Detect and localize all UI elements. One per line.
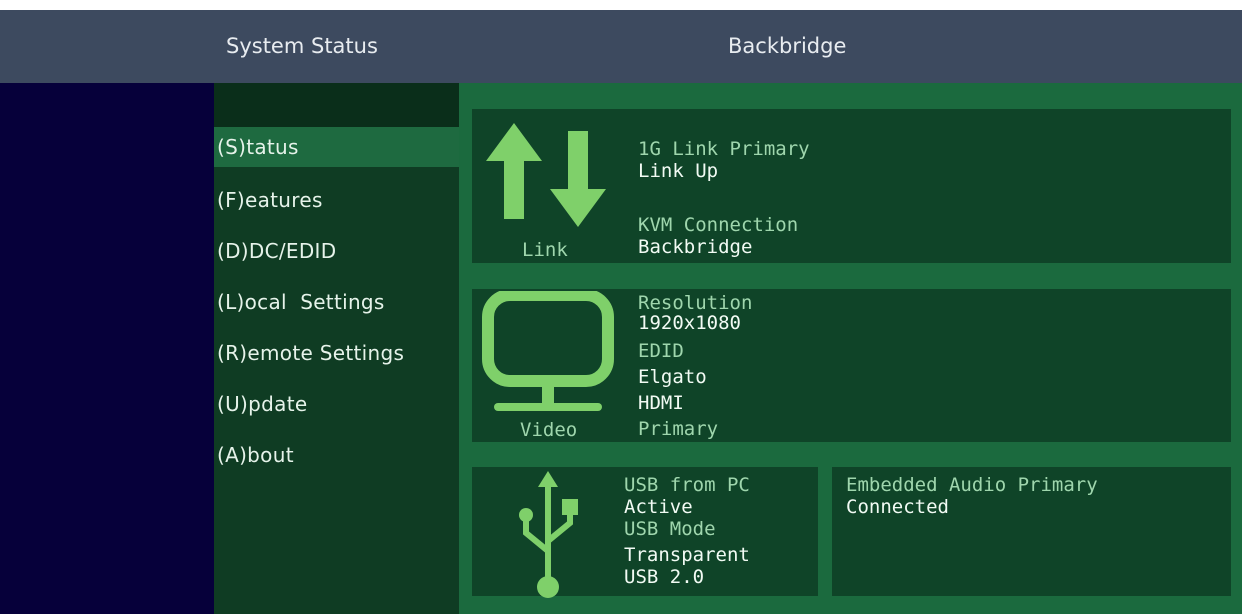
menu-item-update[interactable]: (U)pdate	[214, 382, 459, 433]
menu-item-remote-settings[interactable]: (R)emote Settings	[214, 331, 459, 382]
resolution-value: 1920x1080	[638, 312, 741, 334]
video-interface-role: Primary	[638, 418, 719, 440]
video-caption: Video	[520, 419, 578, 441]
usb-from-pc-label: USB from PC	[624, 474, 750, 496]
kvm-connection-value: Backbridge	[638, 236, 753, 258]
section-title: System Status	[226, 34, 378, 58]
monitor-icon	[482, 291, 614, 411]
kvm-connection-label: KVM Connection	[638, 214, 799, 236]
link-panel: Link 1G Link Primary Link Up KVM Connect…	[472, 109, 1231, 263]
menu-item-local-settings[interactable]: (L)ocal Settings	[214, 280, 459, 331]
video-panel: Video Resolution 1920x1080 EDID Elgato H…	[472, 289, 1231, 442]
header-bar: System Status Backbridge	[0, 10, 1242, 83]
menu-item-features[interactable]: (F)eatures	[214, 178, 459, 229]
embedded-audio-value: Connected	[846, 496, 949, 518]
status-main: Link 1G Link Primary Link Up KVM Connect…	[459, 83, 1242, 614]
menu-item-status[interactable]: (S)tatus	[214, 127, 459, 167]
usb-panel: USB from PC Active USB Mode Transparent …	[472, 467, 818, 598]
video-interface-value: HDMI	[638, 392, 684, 414]
usb-icon	[519, 471, 578, 598]
usb-mode-label: USB Mode	[624, 518, 716, 540]
sidebar-header-spacer	[214, 83, 459, 127]
usb-from-pc-value: Active	[624, 496, 693, 518]
link-arrows-icon	[486, 123, 606, 227]
device-title: Backbridge	[728, 34, 847, 58]
link-primary-value: Link Up	[638, 160, 719, 182]
left-margin-band	[0, 83, 214, 614]
embedded-audio-label: Embedded Audio Primary	[846, 474, 1098, 496]
sidebar: (S)tatus (F)eatures (D)DC/EDID (L)ocal S…	[214, 83, 459, 614]
sidebar-menu: (S)tatus (F)eatures (D)DC/EDID (L)ocal S…	[214, 127, 459, 484]
resolution-label: Resolution	[638, 292, 753, 314]
audio-panel: Embedded Audio Primary Connected	[832, 467, 1231, 596]
edid-value: Elgato	[638, 366, 707, 388]
link-primary-label: 1G Link Primary	[638, 138, 810, 160]
usb-version-value: USB 2.0	[624, 566, 705, 588]
edid-label: EDID	[638, 340, 684, 362]
menu-item-ddc-edid[interactable]: (D)DC/EDID	[214, 229, 459, 280]
menu-item-about[interactable]: (A)bout	[214, 433, 459, 484]
link-caption: Link	[522, 239, 568, 261]
usb-mode-value: Transparent	[624, 544, 750, 566]
